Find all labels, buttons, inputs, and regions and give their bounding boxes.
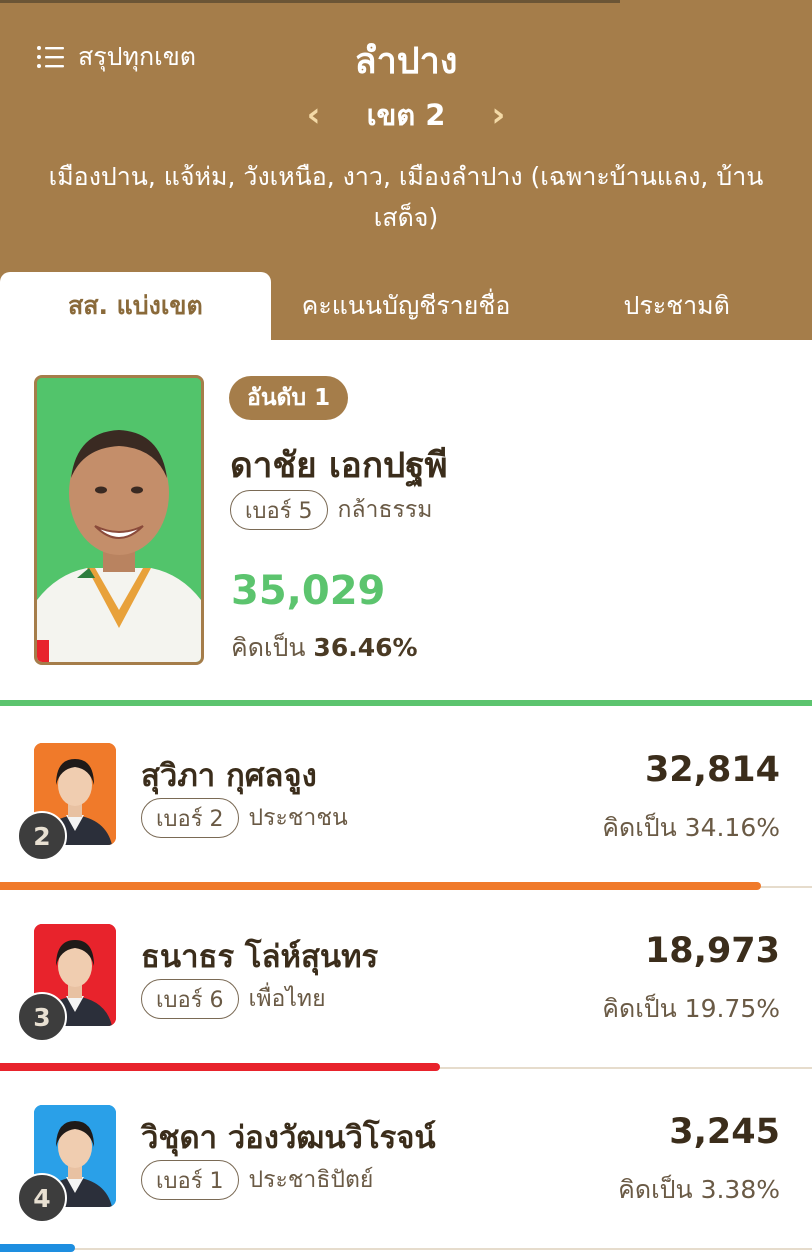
vote-bar [0, 1063, 440, 1071]
vote-count: 3,245 [669, 1112, 780, 1152]
chevron-left-icon[interactable]: ‹ [307, 98, 321, 132]
header: สรุปทุกเขต ลำปาง ‹ เขต 2 › เมืองปาน, แจ้… [0, 0, 812, 340]
vote-percentage: คิดเป็น 3.38% [618, 1175, 780, 1204]
candidate-number-badge: เบอร์ 1 [141, 1160, 239, 1200]
candidate-row[interactable]: 3 ธนาธร โล่ห์สุนทร เบอร์ 6 เพื่อไทย 18,9… [0, 891, 812, 1071]
tab-bar: สส. แบ่งเขต คะแนนบัญชีรายชื่อ ประชามติ [0, 272, 812, 340]
vote-percentage: คิดเป็น 19.75% [602, 994, 780, 1023]
district-switcher: ‹ เขต 2 › [0, 92, 812, 138]
party-name: ประชาธิปัตย์ [248, 1167, 374, 1193]
vote-bar [0, 1244, 75, 1252]
province-title: ลำปาง [354, 41, 458, 82]
candidate-number-badge: เบอร์ 2 [141, 798, 239, 838]
vote-percentage: คิดเป็น 34.16% [602, 813, 780, 842]
candidate-name: สุวิภา กุศลจูง [141, 758, 317, 794]
winner-name: ดาชัย เอกปฐพี [230, 446, 448, 486]
vote-percentage: คิดเป็น 36.46% [231, 628, 418, 668]
party-name: ประชาชน [248, 805, 348, 831]
candidate-name: วิชุดา ว่องวัฒนวิโรจน์ [141, 1120, 436, 1156]
pct-prefix: คิดเป็น [231, 633, 306, 662]
candidate-number-badge: เบอร์ 6 [141, 979, 239, 1019]
vote-count: 35,029 [231, 568, 386, 614]
candidate-rank-badge: 3 [17, 992, 67, 1042]
top-divider [0, 0, 620, 3]
winner-card[interactable]: อันดับ 1 ดาชัย เอกปฐพี เบอร์ 5 กล้าธรรม … [0, 340, 812, 710]
party-name: เพื่อไทย [248, 986, 326, 1012]
winner-photo [34, 375, 204, 665]
candidate-meta: เบอร์ 2 ประชาชน [141, 798, 348, 838]
vote-bar [0, 882, 761, 890]
candidate-meta: เบอร์ 1 ประชาธิปัตย์ [141, 1160, 373, 1200]
candidate-rank-badge: 4 [17, 1173, 67, 1223]
candidate-row[interactable]: 4 วิชุดา ว่องวัฒนวิโรจน์ เบอร์ 1 ประชาธิ… [0, 1072, 812, 1252]
winner-bar [0, 700, 812, 706]
district-title: เขต 2 [366, 98, 446, 132]
candidate-number-badge: เบอร์ 5 [230, 490, 328, 530]
vote-count: 32,814 [644, 750, 780, 790]
candidate-row[interactable]: 2 สุวิภา กุศลจูง เบอร์ 2 ประชาชน 32,814 … [0, 710, 812, 890]
winner-meta: เบอร์ 5 กล้าธรรม [230, 490, 432, 530]
chevron-right-icon[interactable]: › [491, 98, 505, 132]
candidate-rank-badge: 2 [17, 811, 67, 861]
candidate-portrait-icon [37, 378, 201, 662]
vote-bar-track [0, 1248, 812, 1250]
candidate-name: ธนาธร โล่ห์สุนทร [141, 939, 379, 975]
rank-badge: อันดับ 1 [229, 376, 349, 420]
tab-referendum[interactable]: ประชามติ [541, 272, 812, 340]
party-name: กล้าธรรม [337, 497, 433, 523]
vote-count: 18,973 [644, 931, 780, 971]
pct-value: 36.46% [313, 633, 418, 662]
tab-constituency[interactable]: สส. แบ่งเขต [0, 272, 271, 340]
district-areas: เมืองปาน, แจ้ห่ม, วังเหนือ, งาว, เมืองลำ… [48, 162, 764, 232]
candidate-meta: เบอร์ 6 เพื่อไทย [141, 979, 326, 1019]
tab-party-list[interactable]: คะแนนบัญชีรายชื่อ [271, 272, 542, 340]
